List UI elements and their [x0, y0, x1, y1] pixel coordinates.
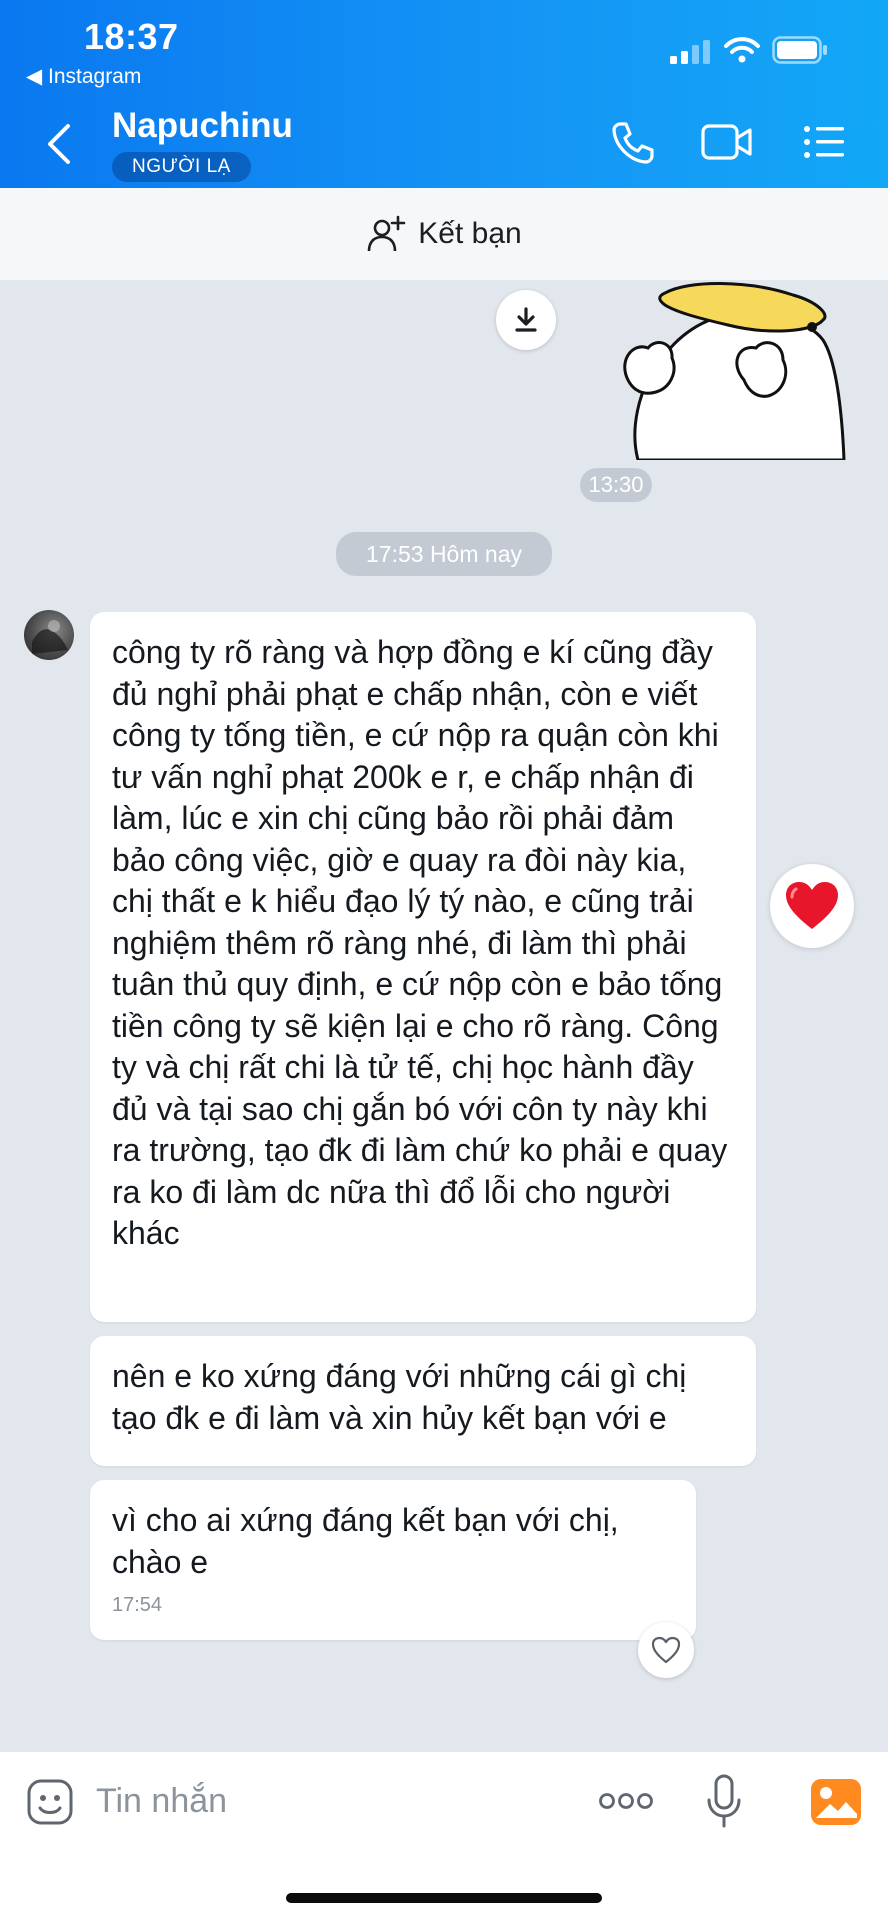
heart-reaction[interactable] — [770, 864, 854, 948]
message-text: nên e ko xứng đáng với những cái gì chị … — [112, 1358, 687, 1436]
image-gallery-icon[interactable] — [810, 1778, 862, 1826]
contact-avatar[interactable] — [24, 610, 74, 660]
cellular-signal-icon — [670, 40, 710, 64]
phone-icon[interactable] — [610, 120, 656, 166]
message-bubble[interactable]: vì cho ai xứng đáng kết bạn với chị, chà… — [90, 1480, 696, 1640]
download-icon — [515, 307, 537, 332]
battery-icon — [772, 36, 827, 64]
duck-sticker-image[interactable] — [618, 280, 848, 460]
heart-outline-icon — [651, 1636, 681, 1664]
microphone-icon[interactable] — [706, 1774, 742, 1830]
ellipsis-icon[interactable] — [598, 1790, 654, 1812]
sticker-timestamp: 13:30 — [580, 468, 652, 502]
add-friend-label: Kết bạn — [418, 217, 522, 250]
wifi-icon — [724, 37, 760, 63]
avatar-photo-icon — [32, 620, 68, 654]
back-triangle-icon: ◀ — [26, 65, 48, 88]
react-button[interactable] — [638, 1622, 694, 1678]
back-to-app-link[interactable]: ◀ Instagram — [26, 64, 141, 89]
video-camera-icon[interactable] — [700, 120, 754, 164]
status-time: 18:37 — [84, 16, 179, 57]
add-friend-button[interactable]: Kết bạn — [366, 215, 522, 253]
heart-icon — [786, 882, 838, 929]
message-input[interactable] — [96, 1778, 566, 1824]
home-indicator — [286, 1893, 602, 1903]
back-app-label: Instagram — [47, 65, 142, 88]
user-plus-icon — [367, 215, 406, 252]
list-menu-icon[interactable] — [802, 120, 846, 164]
message-text: vì cho ai xứng đáng kết bạn với chị, chà… — [112, 1502, 619, 1580]
back-chevron-icon[interactable] — [44, 122, 74, 166]
message-text: công ty rõ ràng và hợp đồng e kí cũng đầ… — [112, 634, 728, 1251]
download-button[interactable] — [496, 290, 556, 350]
message-time: 17:54 — [112, 1594, 163, 1616]
message-bubble[interactable]: nên e ko xứng đáng với những cái gì chị … — [90, 1336, 756, 1466]
message-bubble[interactable]: công ty rõ ràng và hợp đồng e kí cũng đầ… — [90, 612, 756, 1322]
contact-name[interactable]: Napuchinu — [112, 106, 293, 146]
sticker-face-icon[interactable] — [26, 1778, 74, 1826]
add-friend-bar: Kết bạn — [0, 188, 888, 280]
chat-header: 18:37 ◀ Instagram Napuchinu NGƯỜI LẠ — [0, 0, 888, 188]
date-separator: 17:53 Hôm nay — [336, 532, 552, 576]
stranger-badge: NGƯỜI LẠ — [112, 152, 251, 182]
